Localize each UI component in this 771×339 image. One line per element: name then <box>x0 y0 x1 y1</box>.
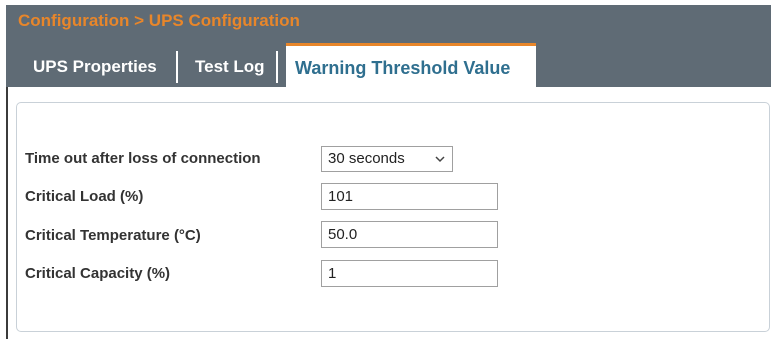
critical-load-label: Critical Load (%) <box>25 188 144 205</box>
tab-test-log[interactable]: Test Log <box>181 47 273 87</box>
timeout-label: Time out after loss of connection <box>25 150 261 167</box>
threshold-panel <box>16 102 770 332</box>
tab-warning-threshold-value[interactable]: Warning Threshold Value <box>286 43 536 89</box>
timeout-select-value: 30 seconds <box>328 150 405 167</box>
critical-temperature-input[interactable] <box>321 221 498 248</box>
tab-ups-properties[interactable]: UPS Properties <box>21 47 176 87</box>
tab-divider <box>176 51 178 83</box>
critical-capacity-input[interactable] <box>321 260 498 287</box>
tab-divider <box>276 51 278 83</box>
header-bar: Configuration > UPS Configuration UPS Pr… <box>6 5 771 89</box>
critical-capacity-label: Critical Capacity (%) <box>25 265 171 282</box>
critical-load-input[interactable] <box>321 183 498 210</box>
critical-temperature-label: Critical Temperature (°C) <box>25 227 201 244</box>
ups-config-page: Configuration > UPS Configuration UPS Pr… <box>6 5 771 339</box>
timeout-select[interactable]: 30 seconds <box>321 146 453 172</box>
chevron-down-icon <box>435 156 445 163</box>
breadcrumb[interactable]: Configuration > UPS Configuration <box>18 11 300 31</box>
frame-left-border <box>6 87 8 339</box>
